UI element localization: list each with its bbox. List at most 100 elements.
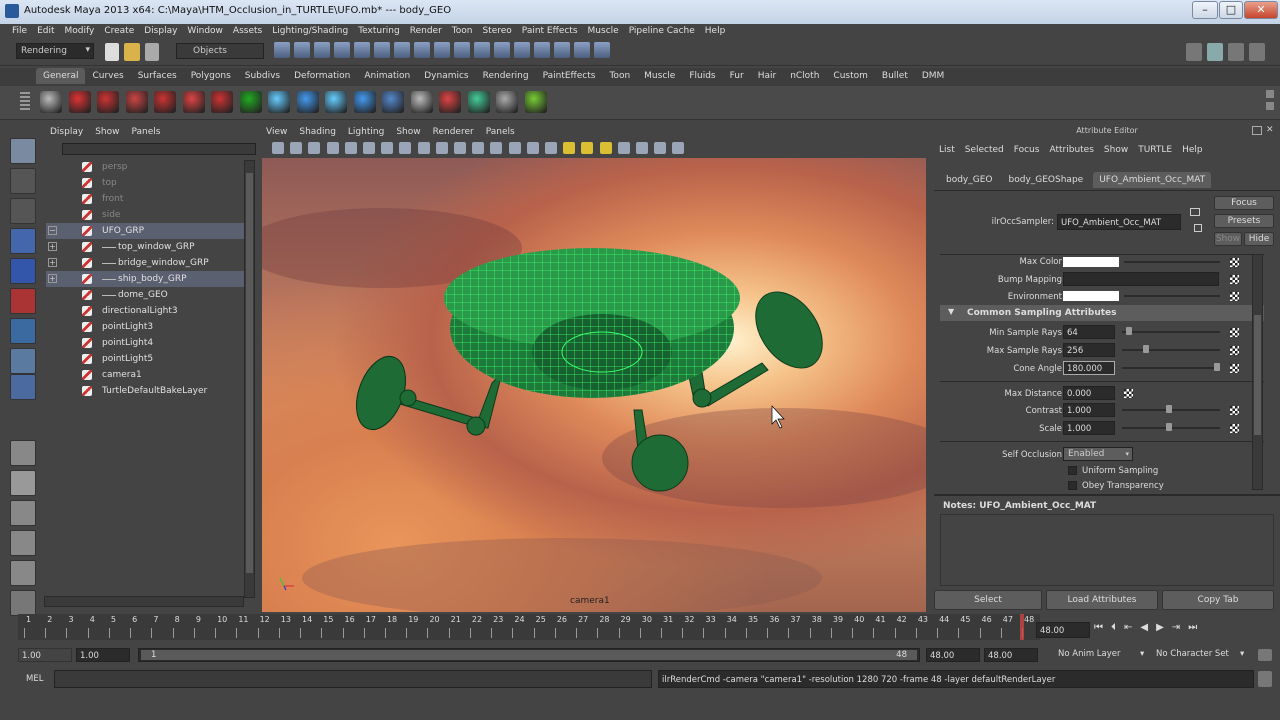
shelf-tab-hair[interactable]: Hair: [751, 68, 783, 84]
render-view-icon[interactable]: [594, 42, 610, 58]
menu-display[interactable]: Display: [139, 24, 182, 38]
menu-render[interactable]: Render: [405, 24, 447, 38]
outliner-item[interactable]: + bridge_window_GRP: [46, 255, 244, 271]
open-scene-icon[interactable]: [123, 43, 140, 61]
collapse-icon[interactable]: −: [48, 226, 57, 235]
shelf-tab-bullet[interactable]: Bullet: [875, 68, 915, 84]
outliner-filter-field[interactable]: [62, 143, 256, 155]
rotate-tool-icon[interactable]: [10, 258, 36, 284]
scale-field[interactable]: 1.000: [1063, 421, 1115, 435]
anim-layer-dropdown[interactable]: No Anim Layer ▾: [1058, 649, 1148, 659]
cone-angle-slider[interactable]: [1122, 367, 1220, 369]
create-light-icon[interactable]: [182, 91, 205, 113]
environment-swatch[interactable]: [1063, 291, 1119, 301]
scale-map-button[interactable]: [1230, 424, 1239, 433]
uniform-sampling-checkbox[interactable]: [1068, 466, 1077, 475]
current-frame-field[interactable]: 48.00: [1036, 622, 1090, 638]
scale-slider-knob[interactable]: [1166, 423, 1172, 431]
menu-muscle[interactable]: Muscle: [583, 24, 624, 38]
attribute-editor-toggle-icon[interactable]: [1206, 43, 1223, 61]
contrast-field[interactable]: 1.000: [1063, 403, 1115, 417]
save-scene-icon[interactable]: [144, 43, 159, 61]
viewport-menu-shading[interactable]: Shading: [293, 124, 342, 140]
render-layers-icon[interactable]: [410, 91, 433, 113]
menu-pipeline-cache[interactable]: Pipeline Cache: [624, 24, 700, 38]
min-sample-rays-map-button[interactable]: [1230, 328, 1239, 337]
resolution-gate-icon[interactable]: [381, 142, 394, 154]
snap-grid-icon[interactable]: [334, 42, 350, 58]
persp-graph-layout-icon[interactable]: [10, 530, 36, 556]
viewport-menu-show[interactable]: Show: [390, 124, 426, 140]
render-current-frame-icon[interactable]: [40, 91, 62, 113]
min-sample-rays-slider-knob[interactable]: [1126, 327, 1132, 335]
wireframe-icon[interactable]: [472, 142, 485, 154]
sampler-name-field[interactable]: UFO_Ambient_Occ_MAT: [1057, 214, 1181, 230]
lens-icon[interactable]: [467, 91, 490, 113]
shelf-tab-dynamics[interactable]: Dynamics: [417, 68, 475, 84]
attribute-editor-tab[interactable]: body_GEOShape: [1003, 172, 1090, 188]
environment-slider[interactable]: [1124, 295, 1220, 297]
outliner-item[interactable]: camera1: [46, 367, 244, 383]
xray-icon[interactable]: [636, 142, 648, 154]
current-time-marker[interactable]: [1020, 614, 1024, 640]
contrast-slider-knob[interactable]: [1166, 405, 1172, 413]
xray-active-icon[interactable]: [672, 142, 685, 154]
directional-light-icon[interactable]: [296, 91, 319, 113]
min-sample-rays-field[interactable]: 64: [1063, 325, 1115, 339]
cone-angle-slider-knob[interactable]: [1214, 363, 1220, 371]
max-color-swatch[interactable]: [1063, 257, 1119, 267]
render-settings-icon[interactable]: [554, 42, 570, 58]
playback-start-field[interactable]: 1.00: [76, 648, 130, 662]
motion-blur-icon[interactable]: [599, 142, 612, 154]
snap-curve-icon[interactable]: [354, 42, 370, 58]
obey-transparency-checkbox[interactable]: [1068, 481, 1077, 490]
outliner-item[interactable]: pointLight4: [46, 335, 244, 351]
select-object-icon[interactable]: [294, 42, 310, 58]
script-editor-icon[interactable]: [1258, 671, 1272, 687]
persp-outliner-layout-icon[interactable]: [10, 500, 36, 526]
batch-render-icon[interactable]: [97, 91, 119, 113]
character-set-dropdown[interactable]: No Character Set ▾: [1156, 649, 1256, 659]
field-chart-icon[interactable]: [417, 142, 430, 154]
shelf-tab-deformation[interactable]: Deformation: [287, 68, 357, 84]
input-ops-icon[interactable]: [454, 42, 470, 58]
menu-edit[interactable]: Edit: [32, 24, 59, 38]
shelf-tab-rendering[interactable]: Rendering: [476, 68, 536, 84]
maximize-button[interactable]: □: [1219, 1, 1243, 19]
shelf-tab-fluids[interactable]: Fluids: [682, 68, 722, 84]
expand-icon[interactable]: +: [48, 258, 57, 267]
go-to-input-icon[interactable]: [1190, 208, 1200, 216]
attribute-editor-menu-show[interactable]: Show: [1099, 142, 1133, 158]
menu-help[interactable]: Help: [700, 24, 731, 38]
outliner-item[interactable]: dome_GEO: [46, 287, 244, 303]
self-occlusion-dropdown[interactable]: Enabled ▾: [1063, 447, 1133, 461]
shade-wireframe-icon[interactable]: [508, 142, 521, 154]
ipr-render-icon[interactable]: [125, 91, 148, 113]
shelf-tab-animation[interactable]: Animation: [357, 68, 417, 84]
play-backward-icon[interactable]: ◀: [1140, 622, 1156, 633]
bump-mapping-field[interactable]: [1063, 272, 1219, 286]
attribute-editor-tab[interactable]: UFO_Ambient_Occ_MAT: [1093, 172, 1212, 188]
use-all-lights-icon[interactable]: [545, 142, 557, 154]
menu-modify[interactable]: Modify: [60, 24, 100, 38]
outliner-item[interactable]: pointLight5: [46, 351, 244, 367]
attribute-editor-tab[interactable]: body_GEO: [940, 172, 999, 188]
menu-file[interactable]: File: [0, 24, 32, 38]
construction-history-icon[interactable]: [494, 42, 510, 58]
bookmarks-icon[interactable]: [308, 142, 321, 154]
menu-create[interactable]: Create: [99, 24, 139, 38]
outliner-menu-display[interactable]: Display: [44, 124, 89, 140]
range-slider[interactable]: 1 48: [138, 648, 920, 662]
max-color-slider[interactable]: [1124, 261, 1220, 263]
snap-live-icon[interactable]: [414, 42, 430, 58]
camera-icon[interactable]: [496, 91, 518, 113]
outliner-item[interactable]: persp: [46, 159, 244, 175]
render-settings-icon[interactable]: [211, 91, 233, 113]
history-icon[interactable]: [434, 42, 450, 58]
shelf-menu-icon[interactable]: [20, 92, 30, 112]
shelf-tab-subdivs[interactable]: Subdivs: [238, 68, 287, 84]
attribute-editor-menu-help[interactable]: Help: [1177, 142, 1208, 158]
outliner-item[interactable]: + top_window_GRP: [46, 239, 244, 255]
tool-settings-toggle-icon[interactable]: [1227, 43, 1244, 61]
open-render-view-icon[interactable]: [154, 91, 176, 113]
